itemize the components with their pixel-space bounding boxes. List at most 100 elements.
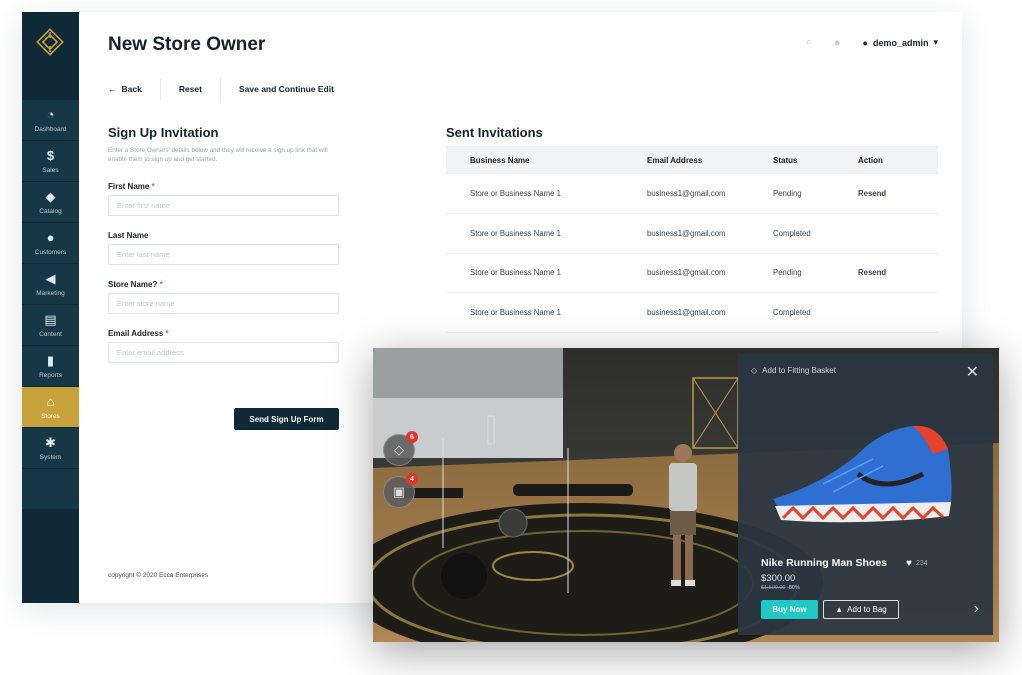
column-header: Business Name [446, 146, 647, 174]
table-row: Store or Business Name 1 business1@gmail… [446, 253, 938, 293]
close-icon[interactable]: ✕ [966, 362, 979, 382]
email-label: Email Address * [108, 329, 169, 338]
sidebar-item-label: Stores [41, 412, 60, 420]
like-button[interactable]: ♥ 234 [906, 558, 928, 569]
sidebar-item-reports[interactable]: ▮ Reports [22, 346, 79, 386]
sidebar-item-label: Sales [42, 166, 59, 174]
sidebar-item-dashboard[interactable]: ◔ Dashboard [22, 100, 79, 140]
virtual-store-view[interactable]: ◇ 6 ▣ 4 ◇ Add to Fitting Basket ✕ Nike R… [373, 348, 999, 642]
fitting-basket-label: Add to Fitting Basket [762, 366, 836, 375]
back-label: Back [121, 84, 142, 94]
sidebar-item-label: Marketing [36, 289, 65, 297]
logo-area [22, 12, 79, 98]
business-cell: Store or Business Name 1 [446, 174, 647, 214]
toolbar: ← Back Reset Save and Continue Edit [108, 78, 352, 100]
sidebar-item-system[interactable]: ✱ System [22, 428, 79, 468]
save-label: Save and Continue Edit [238, 84, 334, 94]
status-cell: Pending [773, 253, 858, 293]
sidebar-item-content[interactable]: ▤ Content [22, 305, 79, 345]
basket-icon: ◇ [751, 366, 758, 375]
email-field[interactable] [108, 342, 339, 363]
gauge-icon: ◔ [46, 106, 55, 122]
gear-icon: ✱ [45, 434, 56, 450]
email-cell: business1@gmail.com [647, 292, 773, 333]
arrow-left-icon: ← [108, 84, 117, 94]
last-name-field[interactable] [108, 244, 339, 265]
table-header-row: Business Name Email Address Status Actio… [446, 146, 938, 174]
user-menu[interactable]: ● demo_admin ▾ [863, 37, 938, 48]
save-continue-button[interactable]: Save and Continue Edit [221, 78, 352, 100]
send-signup-button[interactable]: Send Sign Up Form [234, 408, 339, 430]
business-cell: Store or Business Name 1 [446, 253, 647, 293]
username: demo_admin [872, 37, 929, 48]
brand-logo [36, 28, 64, 56]
email-cell: business1@gmail.com [647, 253, 773, 293]
sidebar-item-sales[interactable]: $ Sales [22, 141, 79, 181]
column-header: Action [858, 146, 938, 174]
discount-label: -80% [787, 585, 800, 591]
add-to-bag-label: Add to Bag [847, 605, 887, 614]
first-name-label: First Name * [108, 182, 155, 191]
sidebar-item-label: System [39, 453, 62, 461]
shopping-bag-button[interactable]: ▣ 4 [383, 473, 418, 508]
heart-icon: ♥ [906, 558, 912, 569]
sidebar-item-marketing[interactable]: ◀ Marketing [22, 264, 79, 304]
chevron-right-icon[interactable]: › [974, 600, 979, 618]
sidebar-item-customers[interactable]: ● Customers [22, 223, 79, 263]
product-name: Nike Running Man Shoes [761, 557, 888, 569]
sidebar-item-catalog[interactable]: ◆ Catalog [22, 182, 79, 222]
sidebar-item-stores[interactable]: ⌂ Stores [22, 387, 79, 427]
basket-icon: ◇ [394, 442, 404, 457]
reset-button[interactable]: Reset [161, 78, 221, 100]
product-card: ◇ Add to Fitting Basket ✕ Nike Running M… [738, 354, 993, 635]
store-icon: ⌂ [46, 393, 55, 409]
resend-link[interactable]: Resend [858, 253, 938, 293]
last-name-label: Last Name [108, 231, 149, 240]
basket-count-badge: 6 [406, 431, 418, 443]
column-header: Email Address [647, 146, 773, 174]
back-button[interactable]: ← Back [108, 78, 161, 100]
sidebar-spacer [22, 469, 79, 509]
add-to-fitting-basket[interactable]: ◇ Add to Fitting Basket [751, 366, 836, 375]
signup-title: Sign Up Invitation [108, 125, 219, 140]
buy-now-button[interactable]: Buy Now [761, 600, 818, 619]
bell-icon[interactable]: ● [834, 37, 841, 49]
column-header: Status [773, 146, 858, 174]
signup-description: Enter a Store Owners' details below and … [108, 147, 328, 163]
reset-label: Reset [178, 84, 202, 94]
header-actions: ⌕ ● ● demo_admin ▾ [806, 36, 938, 49]
sidebar-item-label: Reports [39, 371, 62, 379]
sidebar-item-label: Content [39, 330, 62, 338]
add-to-bag-button[interactable]: ▲ Add to Bag [823, 600, 899, 619]
store-name-field[interactable] [108, 293, 339, 314]
resend-link[interactable]: Resend [858, 174, 938, 214]
bar-chart-icon: ▮ [46, 352, 55, 368]
lock-icon: ▲ [835, 605, 844, 614]
sidebar-item-label: Catalog [39, 207, 62, 215]
status-cell: Completed [773, 292, 858, 333]
product-price: $300.00 [761, 573, 796, 584]
invitations-title: Sent Invitations [446, 125, 543, 140]
invitations-table: Business Name Email Address Status Actio… [446, 146, 938, 333]
sidebar: ◔ Dashboard $ Sales ◆ Catalog ● Customer… [22, 12, 79, 603]
email-cell: business1@gmail.com [647, 174, 773, 214]
copyright: copyright © 2020 Ecca Enterprises [108, 572, 209, 579]
fitting-basket-button[interactable]: ◇ 6 [383, 431, 418, 466]
product-old-price: $1,500.00 -80% [761, 585, 800, 591]
first-name-field[interactable] [108, 195, 339, 216]
user-icon: ● [862, 37, 868, 48]
action-cell [858, 213, 938, 254]
person-icon: ● [46, 229, 55, 245]
action-cell [858, 292, 938, 333]
search-icon[interactable]: ⌕ [806, 36, 812, 49]
dollar-icon: $ [46, 147, 55, 163]
table-row: Store or Business Name 1 business1@gmail… [446, 213, 938, 254]
original-price: $1,500.00 [761, 585, 786, 591]
business-cell: Store or Business Name 1 [446, 292, 647, 333]
megaphone-icon: ◀ [45, 270, 56, 286]
sidebar-item-label: Dashboard [34, 125, 67, 133]
page-title: New Store Owner [108, 34, 266, 55]
email-cell: business1@gmail.com [647, 213, 773, 254]
movement-joystick[interactable] [441, 553, 487, 599]
status-cell: Pending [773, 174, 858, 214]
